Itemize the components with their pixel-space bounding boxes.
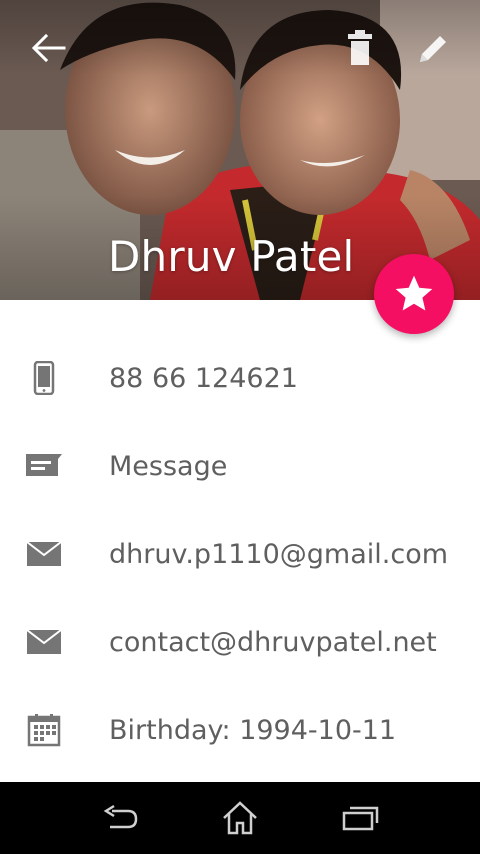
back-button[interactable] [26,26,70,70]
mail-icon [22,532,66,576]
pencil-icon [420,36,446,62]
nav-back-button[interactable] [96,796,144,840]
system-navigation-bar [0,782,480,854]
email-row-2[interactable]: contact@dhruvpatel.net [0,598,480,686]
message-label: Message [109,450,228,482]
email-address-1: dhruv.p1110@gmail.com [109,538,449,570]
trash-icon [348,30,372,65]
birthday-row: Birthday: 1994-10-11 [0,686,480,774]
message-row[interactable]: Message [0,422,480,510]
message-icon [22,444,66,488]
phone-row[interactable]: 88 66 124621 [0,334,480,422]
favorite-button[interactable] [374,254,454,334]
nav-home-button[interactable] [216,796,264,840]
star-icon [395,275,433,311]
email-address-2: contact@dhruvpatel.net [109,626,437,658]
phone-number: 88 66 124621 [109,362,298,394]
edit-button[interactable] [410,26,454,70]
email-row-1[interactable]: dhruv.p1110@gmail.com [0,510,480,598]
nav-recent-apps-button[interactable] [336,796,384,840]
contact-name: Dhruv Patel [108,232,355,281]
nav-home-icon [223,801,257,835]
contact-details: 88 66 124621 Message dhruv.p1110@gmail.c… [0,300,480,782]
calendar-icon [22,708,66,752]
birthday-text: Birthday: 1994-10-11 [109,714,397,746]
delete-button[interactable] [338,26,382,70]
nav-back-icon [103,804,138,829]
nav-recent-apps-icon [342,806,379,831]
back-arrow-icon [31,33,66,63]
mail-icon [22,620,66,664]
mobile-phone-icon [22,356,66,400]
